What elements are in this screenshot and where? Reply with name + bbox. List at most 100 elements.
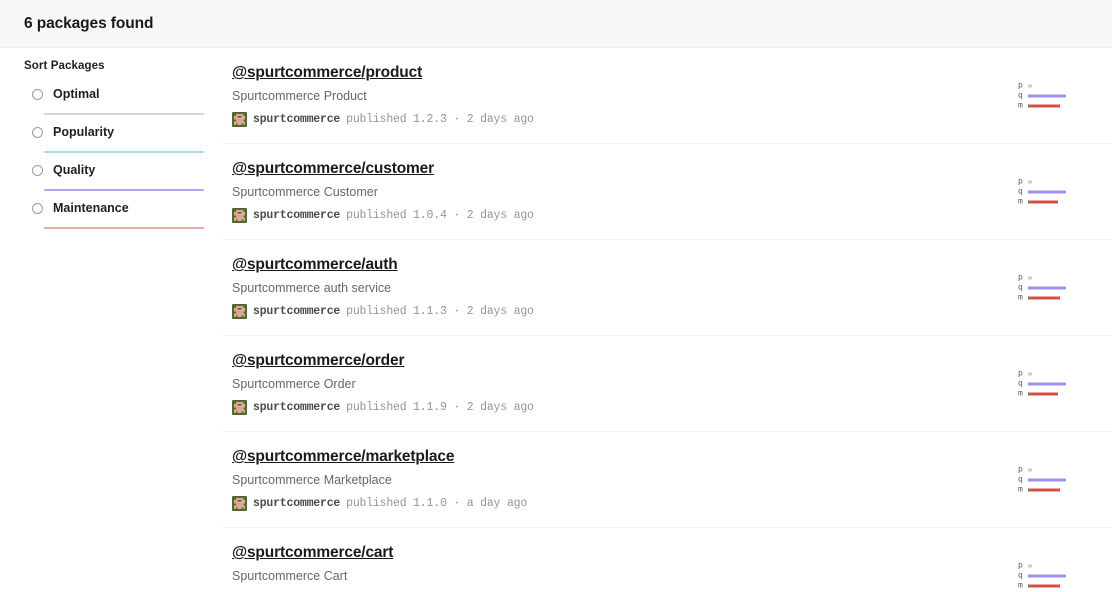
package-row[interactable]: @spurtcommerce/order Spurtcommerce Order s… (222, 336, 1112, 432)
package-publish-meta: published 1.2.3 · 2 days ago (346, 113, 534, 126)
sort-sidebar: Sort Packages Optimal Popularity Quality Ma… (0, 48, 222, 230)
score-bar-popularity (1028, 564, 1032, 567)
score-row-maintenance: m (1018, 485, 1072, 494)
score-key-popularity: p (1018, 177, 1023, 186)
score-key-maintenance: m (1018, 485, 1023, 494)
score-bar-maintenance (1028, 296, 1060, 299)
score-row-maintenance: m (1018, 197, 1072, 206)
score-track-quality (1028, 187, 1072, 196)
score-key-popularity: p (1018, 561, 1023, 570)
score-bar-quality (1028, 190, 1066, 193)
package-row[interactable]: @spurtcommerce/auth Spurtcommerce auth se… (222, 240, 1112, 336)
package-description: Spurtcommerce auth service (232, 281, 392, 295)
package-score-widget: pqm (1018, 273, 1072, 302)
package-name-link[interactable]: @spurtcommerce/order (232, 352, 404, 370)
score-bar-popularity (1028, 372, 1032, 375)
package-author[interactable]: spurtcommerce (253, 401, 340, 414)
package-publish-meta: published 1.1.3 · 2 days ago (346, 305, 534, 318)
score-bar-maintenance (1028, 584, 1060, 587)
package-score-widget: pqm (1018, 177, 1072, 206)
package-row[interactable]: @spurtcommerce/marketplace Spurtcommerce … (222, 432, 1112, 528)
score-bar-popularity (1028, 468, 1032, 471)
package-description: Spurtcommerce Order (232, 377, 356, 391)
score-key-quality: q (1018, 571, 1023, 580)
package-description: Spurtcommerce Marketplace (232, 473, 392, 487)
score-track-maintenance (1028, 485, 1072, 494)
score-track-quality (1028, 379, 1072, 388)
radio-quality[interactable] (32, 164, 43, 176)
score-key-maintenance: m (1018, 581, 1023, 590)
package-name-link[interactable]: @spurtcommerce/customer (232, 160, 434, 178)
package-author[interactable]: spurtcommerce (253, 113, 340, 126)
score-row-popularity: p (1018, 273, 1072, 282)
package-description: Spurtcommerce Cart (232, 569, 348, 583)
radio-optimal[interactable] (32, 88, 43, 100)
score-row-popularity: p (1018, 81, 1072, 90)
score-track-maintenance (1028, 101, 1072, 110)
radio-popularity[interactable] (32, 126, 43, 138)
score-row-maintenance: m (1018, 581, 1072, 590)
score-bar-popularity (1028, 180, 1032, 183)
page-title: 6 packages found (24, 14, 154, 32)
radio-maintenance[interactable] (32, 202, 43, 214)
package-row[interactable]: @spurtcommerce/product Spurtcommerce Prod… (222, 48, 1112, 144)
package-score-widget: pqm (1018, 81, 1072, 110)
score-row-quality: q (1018, 187, 1072, 196)
author-avatar (232, 112, 247, 127)
score-key-quality: q (1018, 475, 1023, 484)
score-track-popularity (1028, 177, 1072, 186)
score-track-maintenance (1028, 581, 1072, 590)
score-track-popularity (1028, 273, 1072, 282)
score-row-popularity: p (1018, 177, 1072, 186)
sort-options-list: Optimal Popularity Quality Maintenance (24, 78, 222, 229)
package-meta: spurtcommerce published 1.2.3 · 2 days ag… (232, 112, 1096, 127)
package-row[interactable]: @spurtcommerce/customer Spurtcommerce Cus… (222, 144, 1112, 240)
sort-option-popularity[interactable]: Popularity (24, 116, 222, 153)
author-avatar (232, 208, 247, 223)
score-track-quality (1028, 283, 1072, 292)
score-key-popularity: p (1018, 465, 1023, 474)
package-meta: spurtcommerce published 1.0.4 · 2 days ag… (232, 208, 1096, 223)
sort-option-underline (44, 113, 204, 115)
score-track-maintenance (1028, 197, 1072, 206)
score-row-quality: q (1018, 571, 1072, 580)
package-name-link[interactable]: @spurtcommerce/marketplace (232, 448, 454, 466)
score-key-quality: q (1018, 91, 1023, 100)
page-body: Sort Packages Optimal Popularity Quality Ma… (0, 48, 1112, 592)
package-author[interactable]: spurtcommerce (253, 209, 340, 222)
package-author[interactable]: spurtcommerce (253, 305, 340, 318)
sort-option-optimal[interactable]: Optimal (24, 78, 222, 115)
package-meta: spurtcommerce published 1.1.0 · a day ago (232, 496, 1096, 511)
package-score-widget: pqm (1018, 561, 1072, 590)
author-avatar (232, 400, 247, 415)
results-header: 6 packages found (0, 0, 1112, 48)
score-bar-quality (1028, 286, 1066, 289)
package-author[interactable]: spurtcommerce (253, 497, 340, 510)
package-meta: spurtcommerce published 1.1.9 · 2 days ag… (232, 400, 1096, 415)
package-publish-meta: published 1.0.4 · 2 days ago (346, 209, 534, 222)
score-row-popularity: p (1018, 369, 1072, 378)
score-row-quality: q (1018, 379, 1072, 388)
sort-option-quality[interactable]: Quality (24, 154, 222, 191)
score-track-quality (1028, 91, 1072, 100)
score-key-maintenance: m (1018, 101, 1023, 110)
score-bar-popularity (1028, 84, 1032, 87)
package-name-link[interactable]: @spurtcommerce/product (232, 64, 422, 82)
package-name-link[interactable]: @spurtcommerce/cart (232, 544, 393, 562)
package-score-widget: pqm (1018, 369, 1072, 398)
package-name-link[interactable]: @spurtcommerce/auth (232, 256, 398, 274)
sort-option-underline (44, 189, 204, 191)
score-key-quality: q (1018, 379, 1023, 388)
sort-option-maintenance[interactable]: Maintenance (24, 192, 222, 229)
sort-packages-heading: Sort Packages (24, 60, 105, 72)
score-track-popularity (1028, 561, 1072, 570)
score-row-quality: q (1018, 475, 1072, 484)
author-avatar (232, 304, 247, 319)
score-track-quality (1028, 475, 1072, 484)
package-row[interactable]: @spurtcommerce/cartSpurtcommerce Cartspu… (222, 528, 1112, 592)
npm-search-results-page: 6 packages found Sort Packages Optimal Po… (0, 0, 1112, 592)
score-bar-maintenance (1028, 104, 1060, 107)
score-track-popularity (1028, 81, 1072, 90)
score-key-popularity: p (1018, 369, 1023, 378)
sort-option-label: Popularity (53, 125, 115, 139)
